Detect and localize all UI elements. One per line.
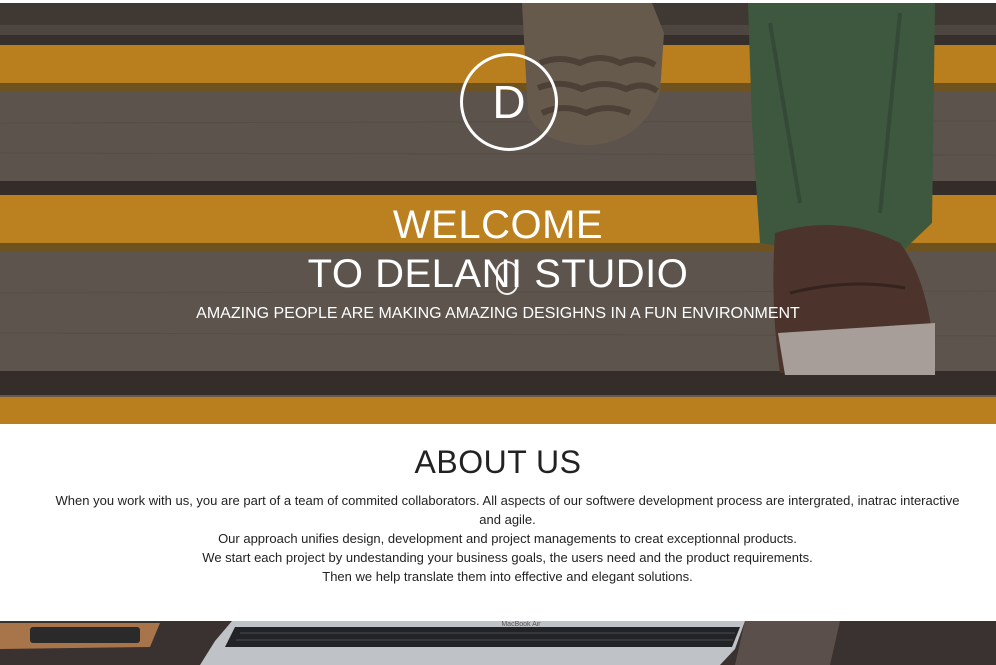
laptop-image-section: MacBook Air xyxy=(0,621,996,665)
about-paragraph-1: When you work with us, you are part of a… xyxy=(55,493,960,527)
about-section: ABOUT US When you work with us, you are … xyxy=(0,424,996,621)
about-paragraph-4: Then we help translate them into effecti… xyxy=(322,569,693,584)
about-paragraph-2: Our approach unifies design, development… xyxy=(218,531,797,546)
about-text: When you work with us, you are part of a… xyxy=(50,491,965,586)
hero-title-line-1: WELCOME xyxy=(392,203,604,247)
hero-section: D WELCOME TO DELANI STUDIO AMAZING PEOPL… xyxy=(0,3,996,424)
laptop-brand-text: MacBook Air xyxy=(501,621,541,628)
scroll-mouse-icon[interactable] xyxy=(496,261,518,295)
about-heading: ABOUT US xyxy=(414,444,582,480)
laptop-image: MacBook Air xyxy=(0,621,996,665)
about-paragraph-3: We start each project by undestanding yo… xyxy=(202,550,813,565)
logo[interactable]: D xyxy=(460,53,558,151)
hero-subtitle: AMAZING PEOPLE ARE MAKING AMAZING DESIGH… xyxy=(196,305,800,322)
